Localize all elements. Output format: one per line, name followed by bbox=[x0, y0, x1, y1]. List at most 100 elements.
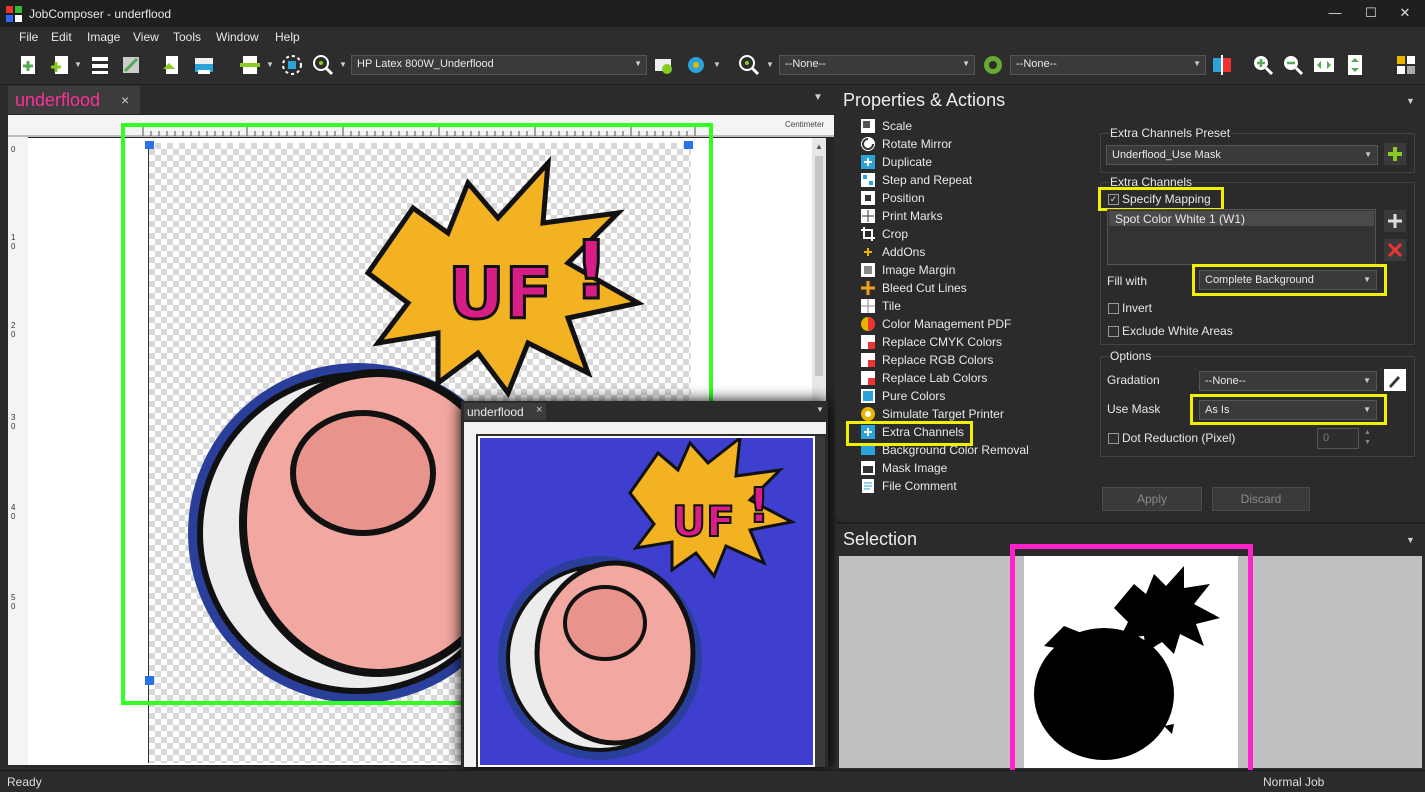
action-label: Print Marks bbox=[882, 209, 943, 223]
close-tab-icon[interactable]: × bbox=[121, 92, 129, 108]
menu-window[interactable]: Window bbox=[216, 30, 259, 44]
specify-mapping-highlight bbox=[1098, 187, 1224, 211]
zoom-dropdown-icon[interactable]: ▼ bbox=[339, 60, 347, 69]
toolbar: ▼ ▼ ▼ HP Latex 800W_Underflood ▼ ▼ ▼ --No… bbox=[0, 47, 1425, 85]
selection-menu-chevron-icon[interactable]: ▼ bbox=[1406, 535, 1415, 545]
action-label: Pure Colors bbox=[882, 389, 946, 403]
exclude-white-label: Exclude White Areas bbox=[1122, 324, 1233, 338]
add-file-icon[interactable] bbox=[48, 53, 72, 77]
list-icon[interactable] bbox=[88, 53, 112, 77]
preview-image[interactable]: UF ! bbox=[478, 434, 815, 767]
dot-reduction-checkbox[interactable] bbox=[1108, 433, 1119, 444]
menu-bar: File Edit Image View Tools Window Help bbox=[0, 27, 1425, 47]
edit-gradation-icon[interactable] bbox=[1384, 369, 1406, 391]
gear-settings-icon[interactable] bbox=[684, 53, 708, 77]
new-job-icon[interactable] bbox=[17, 53, 41, 77]
scroll-up-icon[interactable]: ▲ bbox=[815, 142, 823, 151]
tab-menu-chevron-icon[interactable]: ▼ bbox=[813, 92, 823, 103]
print-marks-icon bbox=[861, 209, 875, 223]
zoom-out-icon[interactable] bbox=[1281, 53, 1305, 77]
chevron-down-icon: ▼ bbox=[634, 59, 642, 68]
grid-view-icon[interactable] bbox=[1394, 53, 1418, 77]
action-label: Image Margin bbox=[882, 263, 956, 277]
properties-panel-title: Properties & Actions bbox=[843, 90, 1006, 110]
menu-image[interactable]: Image bbox=[87, 30, 120, 44]
properties-menu-chevron-icon[interactable]: ▼ bbox=[1406, 96, 1415, 106]
use-mask-label: Use Mask bbox=[1107, 402, 1161, 416]
gradation-combo[interactable]: --None-- ▼ bbox=[1199, 371, 1377, 391]
split-view-icon[interactable] bbox=[1210, 53, 1234, 77]
position-icon bbox=[861, 191, 875, 205]
layout-dropdown-icon[interactable]: ▼ bbox=[266, 60, 274, 69]
scrollbar-thumb[interactable] bbox=[815, 156, 823, 376]
preset-combo-value: --None-- bbox=[1016, 58, 1057, 70]
step-repeat-icon bbox=[861, 173, 875, 187]
filter-combo[interactable]: --None-- ▼ bbox=[779, 55, 975, 75]
exclude-white-checkbox[interactable] bbox=[1108, 326, 1119, 337]
add-channel-icon[interactable] bbox=[1384, 210, 1406, 232]
minimize-button[interactable]: — bbox=[1320, 4, 1350, 22]
maximize-button[interactable]: ☐ bbox=[1356, 4, 1386, 22]
printer-combo[interactable]: HP Latex 800W_Underflood ▼ bbox=[351, 55, 647, 75]
fit-width-icon[interactable] bbox=[1312, 53, 1336, 77]
crop-icon bbox=[861, 227, 875, 241]
menu-view[interactable]: View bbox=[133, 30, 159, 44]
action-label: Color Management PDF bbox=[882, 317, 1012, 331]
invert-checkbox[interactable] bbox=[1108, 303, 1119, 314]
add-file-dropdown-icon[interactable]: ▼ bbox=[74, 60, 82, 69]
zoom-search-icon[interactable] bbox=[737, 53, 761, 77]
fit-height-icon[interactable] bbox=[1343, 53, 1367, 77]
options-group-label: Options bbox=[1109, 349, 1153, 363]
search-dropdown-icon[interactable]: ▼ bbox=[766, 60, 774, 69]
window-title: JobComposer - underflood bbox=[29, 7, 172, 21]
delete-channel-icon[interactable] bbox=[1384, 239, 1406, 261]
preview-ruler bbox=[464, 422, 826, 434]
gear-icon[interactable] bbox=[981, 53, 1005, 77]
ruler-v-label: 2 0 bbox=[11, 321, 16, 339]
menu-file[interactable]: File bbox=[19, 30, 38, 44]
ruler-v-label: 1 0 bbox=[11, 233, 16, 251]
menu-tools[interactable]: Tools bbox=[173, 30, 201, 44]
chevron-down-icon: ▼ bbox=[1363, 376, 1371, 385]
preset-combo[interactable]: --None-- ▼ bbox=[1010, 55, 1206, 75]
dot-reduction-input[interactable]: 0 bbox=[1317, 428, 1359, 449]
replace-lab-icon bbox=[861, 371, 875, 385]
duplicate-icon bbox=[861, 155, 875, 169]
pure-colors-icon bbox=[861, 389, 875, 403]
layout-icon[interactable] bbox=[238, 53, 262, 77]
close-preview-icon[interactable]: × bbox=[536, 404, 542, 416]
send-icon[interactable] bbox=[160, 53, 184, 77]
preview-scrollbar[interactable] bbox=[815, 436, 825, 767]
menu-help[interactable]: Help bbox=[275, 30, 300, 44]
preview-menu-chevron-icon[interactable]: ▼ bbox=[816, 405, 824, 414]
magenta-highlight-frame bbox=[1010, 544, 1253, 780]
filter-combo-value: --None-- bbox=[785, 58, 826, 70]
menu-edit[interactable]: Edit bbox=[51, 30, 72, 44]
invert-label: Invert bbox=[1122, 301, 1153, 315]
close-window-button[interactable]: ✕ bbox=[1390, 4, 1420, 22]
zoom-in-icon[interactable] bbox=[1251, 53, 1275, 77]
nest-icon[interactable] bbox=[280, 53, 304, 77]
app-logo-icon bbox=[6, 6, 22, 22]
gear-dropdown-icon[interactable]: ▼ bbox=[713, 60, 721, 69]
printer-settings-icon[interactable] bbox=[651, 53, 675, 77]
document-tab[interactable]: underflood × bbox=[8, 86, 140, 114]
preset-combo-box[interactable]: Underflood_Use Mask ▼ bbox=[1106, 145, 1378, 165]
printer-icon[interactable] bbox=[192, 53, 216, 77]
channel-list-item[interactable]: Spot Color White 1 (W1) bbox=[1109, 211, 1374, 226]
action-label: Position bbox=[882, 191, 925, 205]
stepper-arrows-icon[interactable]: ▲ ▼ bbox=[1364, 428, 1371, 448]
add-preset-icon[interactable] bbox=[1384, 143, 1406, 165]
action-label: Crop bbox=[882, 227, 909, 241]
replace-cmyk-icon bbox=[861, 335, 875, 349]
zoom-dots-icon[interactable] bbox=[311, 53, 335, 77]
discard-button[interactable]: Discard bbox=[1212, 487, 1310, 511]
mask-image-icon bbox=[861, 461, 875, 475]
status-right: Normal Job bbox=[1263, 775, 1325, 789]
action-label: Step and Repeat bbox=[882, 173, 973, 187]
action-label: Simulate Target Printer bbox=[882, 407, 1004, 421]
tools-icon[interactable] bbox=[119, 53, 143, 77]
preview-tab[interactable]: underflood × bbox=[464, 403, 546, 420]
channel-list[interactable]: Spot Color White 1 (W1) bbox=[1107, 209, 1376, 265]
apply-button[interactable]: Apply bbox=[1102, 487, 1202, 511]
